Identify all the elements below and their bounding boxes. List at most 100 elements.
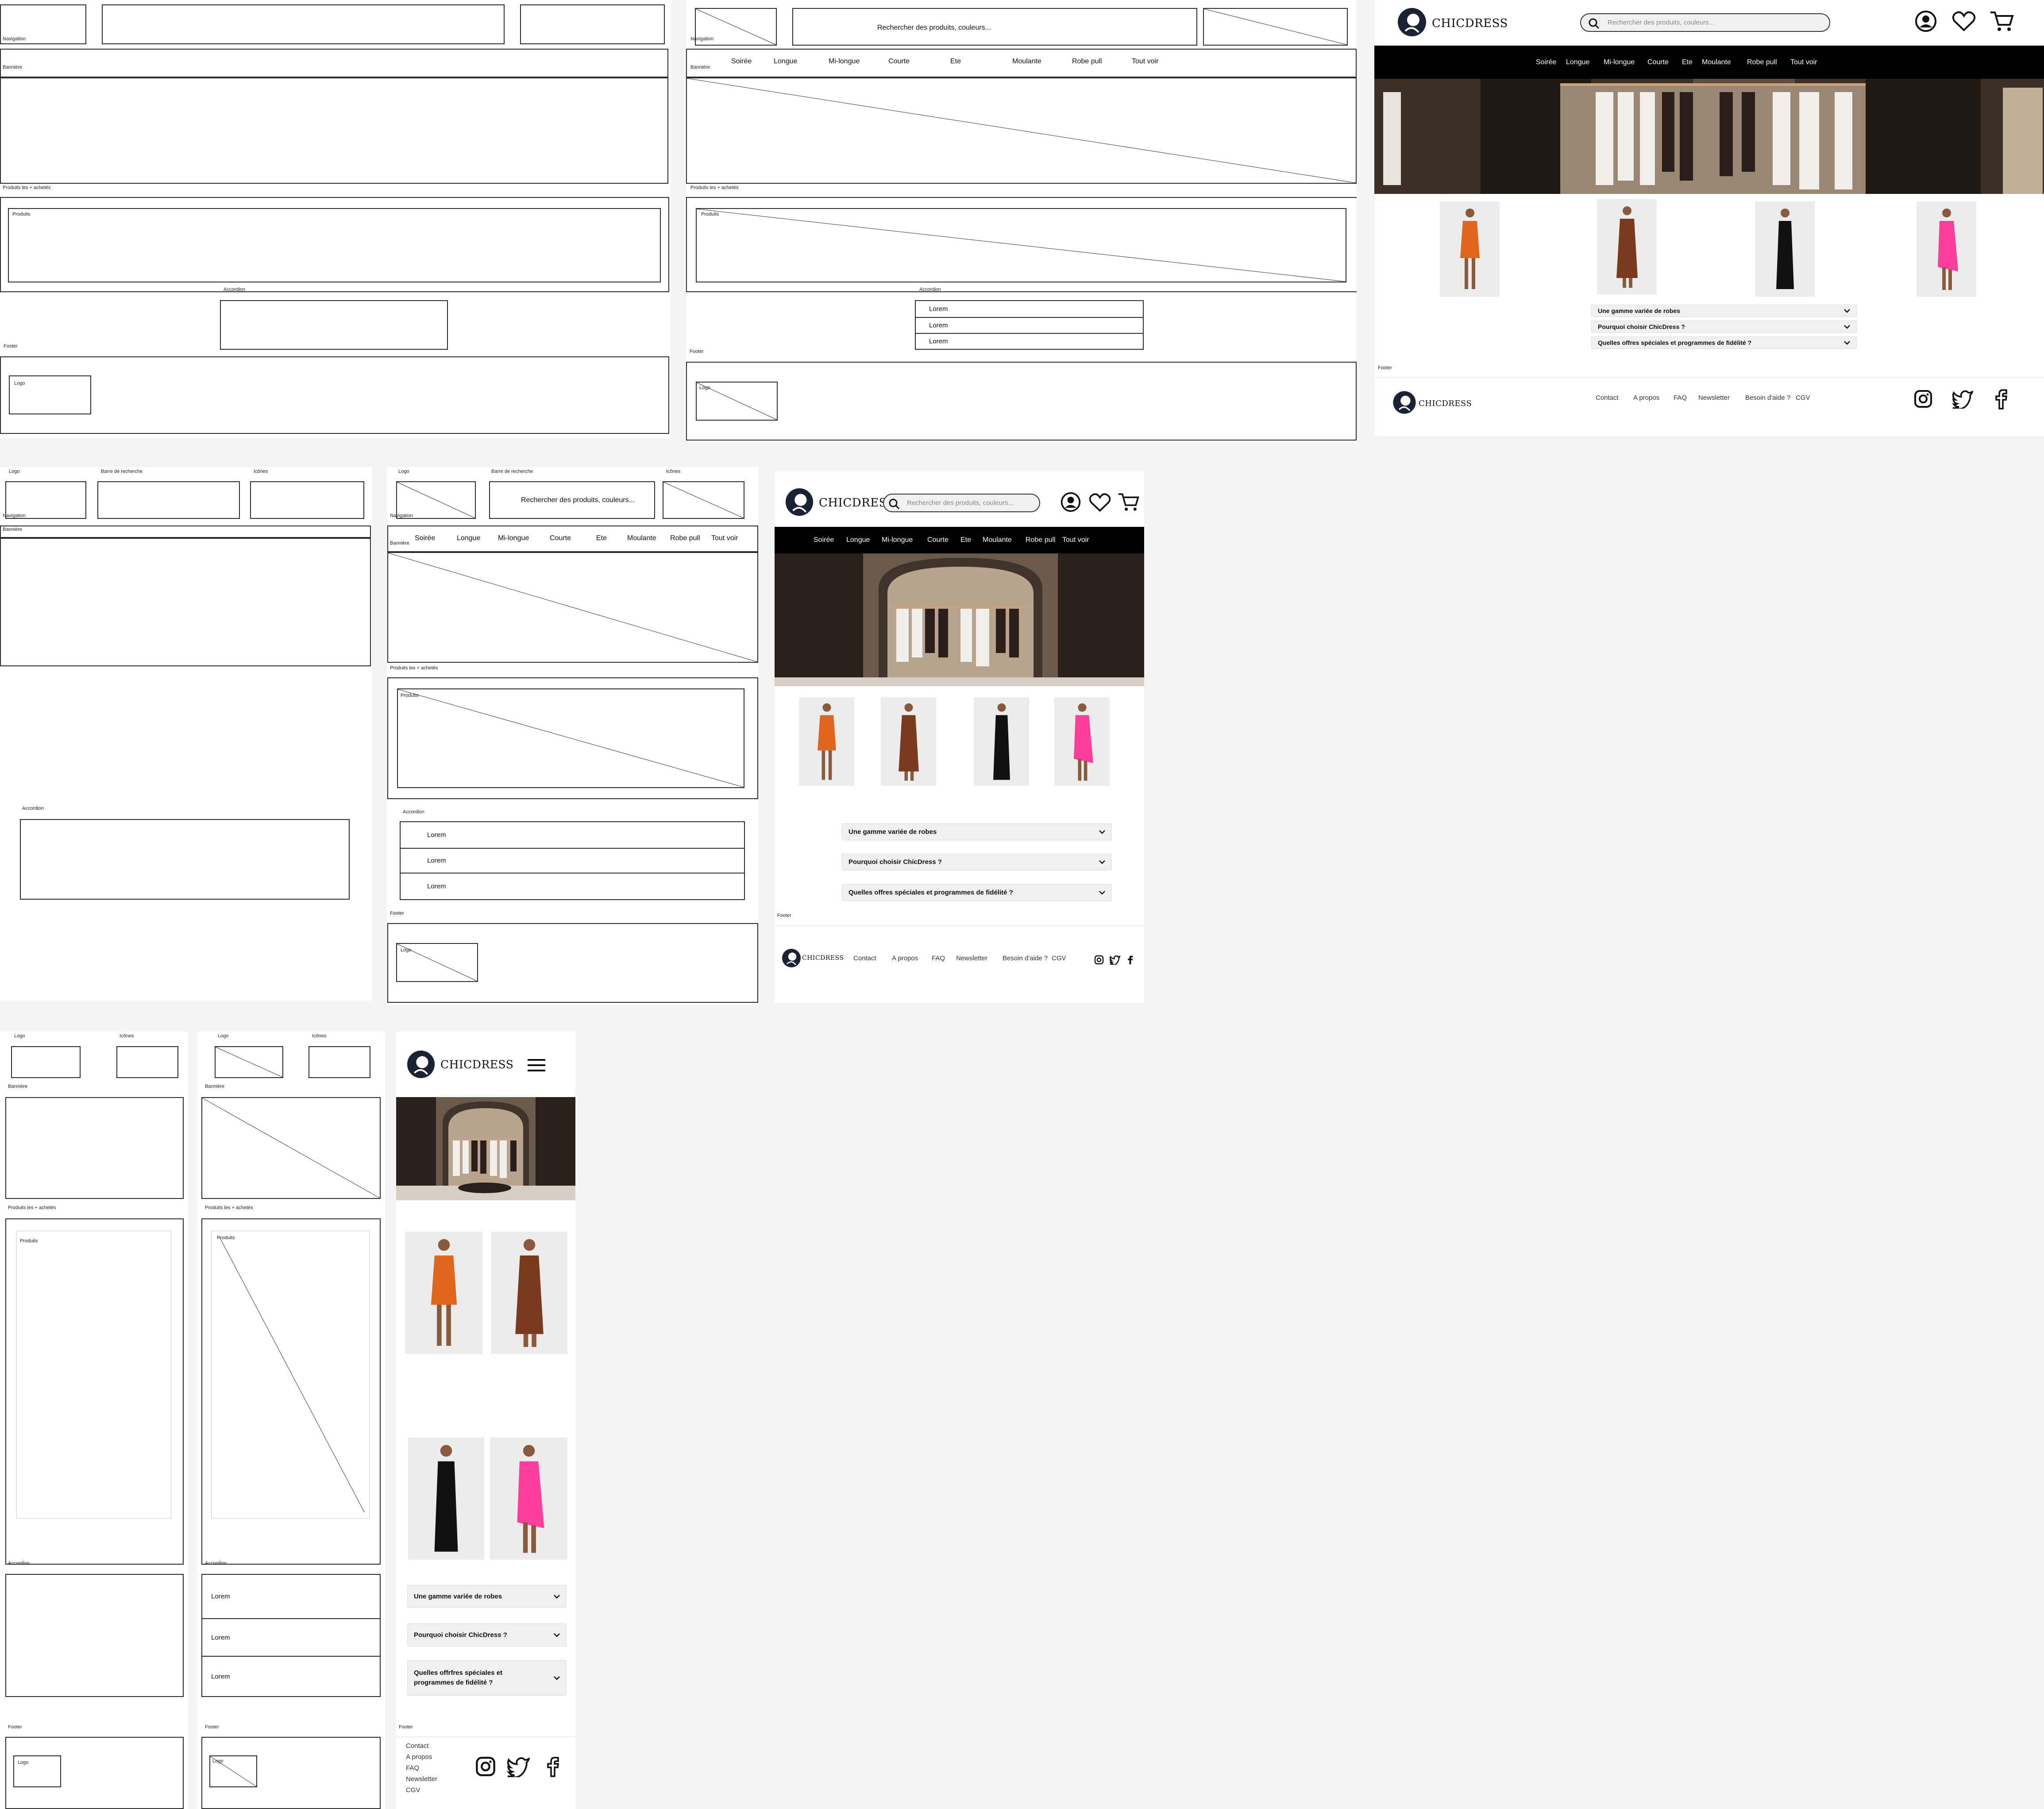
faq-item[interactable]: Une gamme variée de robes [1591,305,1857,317]
user-icon[interactable] [1060,491,1081,513]
footer-link[interactable]: CGV [1796,394,1810,402]
hamburger-icon[interactable] [527,1057,546,1073]
accordion-row[interactable]: Lorem [202,1575,380,1619]
accordion-row[interactable]: Lorem [202,1657,380,1696]
brand-logo-icon[interactable] [1396,7,1427,38]
faq-item[interactable]: Quelles offres spéciales et programmes d… [842,884,1112,901]
footer-link[interactable]: FAQ [1674,394,1687,402]
twitter-icon[interactable] [1110,955,1120,965]
footer-link[interactable]: FAQ [932,955,945,962]
cart-icon[interactable] [1990,10,2014,33]
product-card[interactable] [1755,201,1815,297]
footer-link[interactable]: Newsletter [956,955,987,962]
brand-logo-icon[interactable] [784,487,814,517]
twitter-icon[interactable] [1952,389,1973,409]
nav-item[interactable]: Moulante [1012,58,1041,66]
instagram-icon[interactable] [1094,955,1104,965]
nav-item[interactable]: Ete [596,534,607,542]
footer-link[interactable]: A propos [406,1753,432,1761]
nav-item[interactable]: Mi-longue [498,534,529,542]
footer-link[interactable]: Contact [853,955,876,962]
user-icon[interactable] [1914,10,1937,33]
brand-logo-icon[interactable] [406,1049,436,1079]
faq-item[interactable]: Quelles offrfres spéciales et programmes… [407,1660,567,1696]
nav-item[interactable]: Soirée [814,536,834,544]
nav-item[interactable]: Tout voir [1062,536,1089,544]
accordion-row[interactable]: Lorem [916,334,1143,349]
accordion-row[interactable]: Lorem [916,318,1143,334]
footer-link[interactable]: CGV [406,1786,420,1794]
nav-item[interactable]: Courte [888,58,910,66]
product-card[interactable] [490,1438,567,1560]
search-input[interactable]: Rechercher des produits, couleurs... [1580,13,1830,32]
nav-item[interactable]: Soirée [1536,58,1556,66]
nav-item[interactable]: Ete [950,58,961,66]
nav-item[interactable]: Courte [1647,58,1669,66]
accordion-row[interactable]: Lorem [401,849,744,874]
nav-item[interactable]: Ete [960,536,971,544]
product-card[interactable] [491,1232,567,1354]
nav-item[interactable]: Courte [550,534,571,542]
heart-icon[interactable] [1089,492,1111,513]
footer-link[interactable]: Newsletter [406,1775,437,1783]
nav-item[interactable]: Longue [1566,58,1589,66]
instagram-icon[interactable] [475,1756,496,1777]
nav-item[interactable]: Mi-longue [829,58,860,66]
nav-item[interactable]: Tout voir [1790,58,1817,66]
faq-item[interactable]: Pourquoi choisir ChicDress ? [842,854,1112,870]
product-card[interactable] [799,697,854,786]
faq-item[interactable]: Quelles offres spéciales et programmes d… [1591,336,1857,349]
nav-item[interactable]: Robe pull [1026,536,1056,544]
footer-logo-icon[interactable] [781,948,802,968]
facebook-icon[interactable] [1994,388,2007,410]
product-card[interactable] [1917,201,1976,297]
product-card[interactable] [1440,201,1500,297]
nav-item[interactable]: Moulante [627,534,656,542]
facebook-icon[interactable] [1127,955,1133,965]
faq-item[interactable]: Une gamme variée de robes [842,823,1112,840]
nav-item[interactable]: Courte [927,536,949,544]
nav-item[interactable]: Robe pull [1747,58,1777,66]
footer-link[interactable]: Contact [1596,394,1619,402]
footer-link[interactable]: Contact [406,1742,429,1750]
instagram-icon[interactable] [1913,389,1933,409]
faq-item[interactable]: Pourquoi choisir ChicDress ? [1591,321,1857,333]
nav-item[interactable]: Mi-longue [882,536,913,544]
footer-logo-icon[interactable] [1392,390,1417,415]
nav-item[interactable]: Ete [1682,58,1693,66]
nav-item[interactable]: Tout voir [711,534,738,542]
footer-link[interactable]: Besoin d'aide ? [1745,394,1790,402]
product-card[interactable] [408,1438,484,1560]
faq-item[interactable]: Une gamme variée de robes [407,1585,567,1608]
footer-link[interactable]: A propos [892,955,918,962]
footer-link[interactable]: Newsletter [1698,394,1730,402]
facebook-icon[interactable] [546,1755,559,1778]
faq-item[interactable]: Pourquoi choisir ChicDress ? [407,1623,567,1647]
nav-item[interactable]: Robe pull [670,534,700,542]
nav-item[interactable]: Tout voir [1132,58,1158,66]
footer-link[interactable]: Besoin d'aide ? [1003,955,1048,962]
footer-link[interactable]: A propos [1633,394,1659,402]
accordion-row[interactable]: Lorem [202,1619,380,1657]
nav-item[interactable]: Longue [774,58,797,66]
brand-name[interactable]: CHICDRESS [440,1058,513,1071]
nav-item[interactable]: Longue [457,534,480,542]
product-card[interactable] [974,697,1029,786]
nav-item[interactable]: Soirée [731,58,752,66]
product-card[interactable] [881,697,936,786]
cart-icon[interactable] [1118,491,1140,513]
product-card[interactable] [1054,697,1110,786]
heart-icon[interactable] [1952,11,1976,32]
accordion-row[interactable]: Lorem [401,874,744,899]
nav-item[interactable]: Soirée [415,534,435,542]
nav-item[interactable]: Moulante [983,536,1012,544]
accordion-row[interactable]: Lorem [401,822,744,849]
nav-item[interactable]: Longue [846,536,870,544]
nav-item[interactable]: Mi-longue [1604,58,1635,66]
footer-link[interactable]: CGV [1052,955,1066,962]
product-card[interactable] [405,1232,482,1354]
nav-item[interactable]: Robe pull [1072,58,1102,66]
product-card[interactable] [1597,199,1657,294]
brand-name[interactable]: CHICDRESS [1432,17,1508,30]
nav-item[interactable]: Moulante [1702,58,1731,66]
